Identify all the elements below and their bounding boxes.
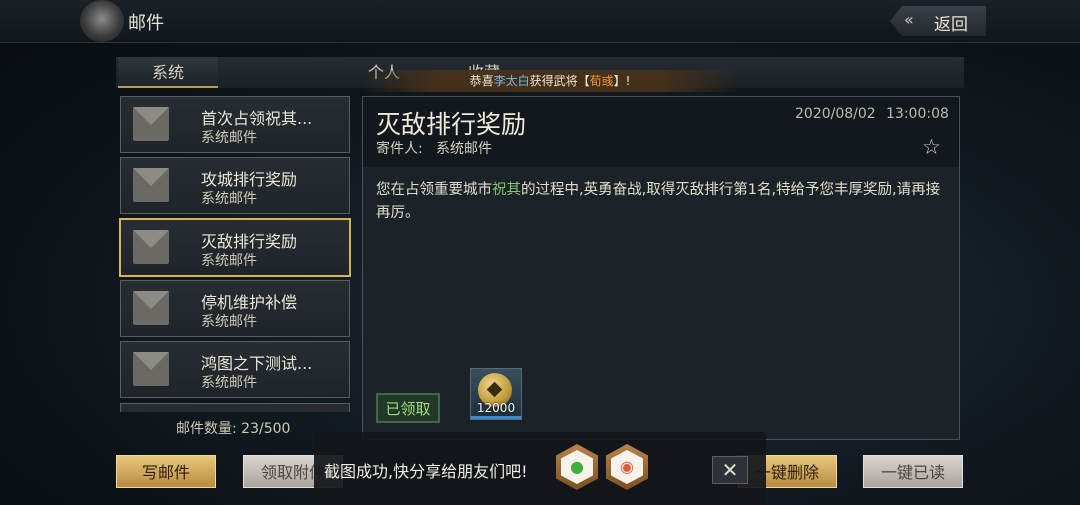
notice-middle: 获得武将【	[529, 74, 590, 88]
mail-list: 首次占领祝其... 系统邮件 攻城排行奖励 系统邮件 灭敌排行奖励 系统邮件 停…	[118, 95, 352, 412]
mail-time: 13:00:08	[886, 106, 949, 122]
envelope-icon	[133, 352, 169, 386]
notice-general: 荀彧	[589, 74, 614, 88]
mail-item-title: 灭敌排行奖励	[201, 232, 298, 251]
top-bar: 邮件 « 返回	[0, 0, 1080, 43]
mail-item[interactable]: 停机维护补偿 系统邮件	[120, 280, 350, 337]
claimed-status-badge: 已领取	[376, 393, 440, 423]
mail-item[interactable]: 鸿图之下测试... 系统邮件	[120, 341, 350, 398]
read-all-button[interactable]: 一键已读	[863, 455, 963, 488]
mail-date: 2020/08/02	[795, 106, 876, 122]
mail-body-part1: 您在占领重要城市	[376, 182, 492, 198]
mail-body: 您在占领重要城市祝其的过程中,英勇奋战,取得灭敌排行第1名,特给予您丰厚奖励,请…	[376, 179, 948, 225]
game-logo-icon	[80, 0, 124, 42]
screenshot-toast: 截图成功,快分享给朋友们吧! ● ◉	[314, 432, 766, 505]
broadcast-notice: 恭喜李太白获得武将【荀彧】!	[360, 70, 740, 92]
back-arrow-icon: «	[904, 10, 914, 29]
notice-player: 李太白	[493, 74, 530, 88]
envelope-icon	[133, 291, 169, 325]
camera-icon: ◉	[620, 457, 634, 476]
mail-title: 灭敌排行奖励	[376, 110, 527, 139]
toast-message: 截图成功,快分享给朋友们吧!	[324, 462, 528, 481]
sender-name: 系统邮件	[436, 141, 492, 157]
favorite-star-icon[interactable]: ☆	[922, 135, 941, 159]
mail-item[interactable]: 攻城排行奖励 系统邮件	[120, 157, 350, 214]
mail-detail-header: 灭敌排行奖励 寄件人: 系统邮件 2020/08/02 13:00:08 ☆	[363, 97, 959, 167]
reward-bar	[471, 416, 521, 419]
mail-item-sender: 系统邮件	[201, 375, 257, 391]
mail-item-sender: 系统邮件	[201, 191, 257, 207]
mail-item-sender: 系统邮件	[201, 130, 257, 146]
mail-item-sender: 系统邮件	[201, 314, 257, 330]
envelope-icon	[133, 230, 169, 264]
back-label: 返回	[934, 15, 968, 35]
mail-item-sender: 系统邮件	[201, 253, 257, 269]
mail-item[interactable]: 首次占领祝其... 系统邮件	[120, 96, 350, 153]
envelope-icon	[133, 107, 169, 141]
mail-item-partial[interactable]	[120, 403, 350, 412]
wechat-share-button[interactable]: ●	[556, 444, 598, 490]
back-button[interactable]: « 返回	[890, 6, 986, 36]
mail-count: 邮件数量: 23/500	[176, 421, 291, 437]
notice-suffix: 】!	[613, 74, 631, 88]
mail-body-highlight: 祝其	[492, 182, 521, 198]
camera-share-button[interactable]: ◉	[606, 444, 648, 490]
reward-item[interactable]: 12000	[470, 368, 522, 420]
page-title: 邮件	[128, 13, 164, 34]
mail-detail-panel: 灭敌排行奖励 寄件人: 系统邮件 2020/08/02 13:00:08 ☆ 您…	[362, 96, 960, 440]
reward-amount: 12000	[476, 401, 516, 415]
mail-item-title: 攻城排行奖励	[201, 170, 298, 189]
tab-system[interactable]: 系统	[118, 57, 218, 88]
sender-label: 寄件人:	[376, 141, 423, 157]
envelope-icon	[133, 168, 169, 202]
write-mail-button[interactable]: 写邮件	[116, 455, 216, 488]
close-toast-icon[interactable]: ✕	[712, 456, 748, 484]
wechat-icon: ●	[570, 457, 584, 476]
mail-item-title: 鸿图之下测试...	[201, 354, 313, 373]
mail-item-title: 停机维护补偿	[201, 293, 298, 312]
mail-item-selected[interactable]: 灭敌排行奖励 系统邮件	[119, 218, 351, 277]
notice-prefix: 恭喜	[469, 74, 494, 88]
mail-item-title: 首次占领祝其...	[201, 109, 313, 128]
